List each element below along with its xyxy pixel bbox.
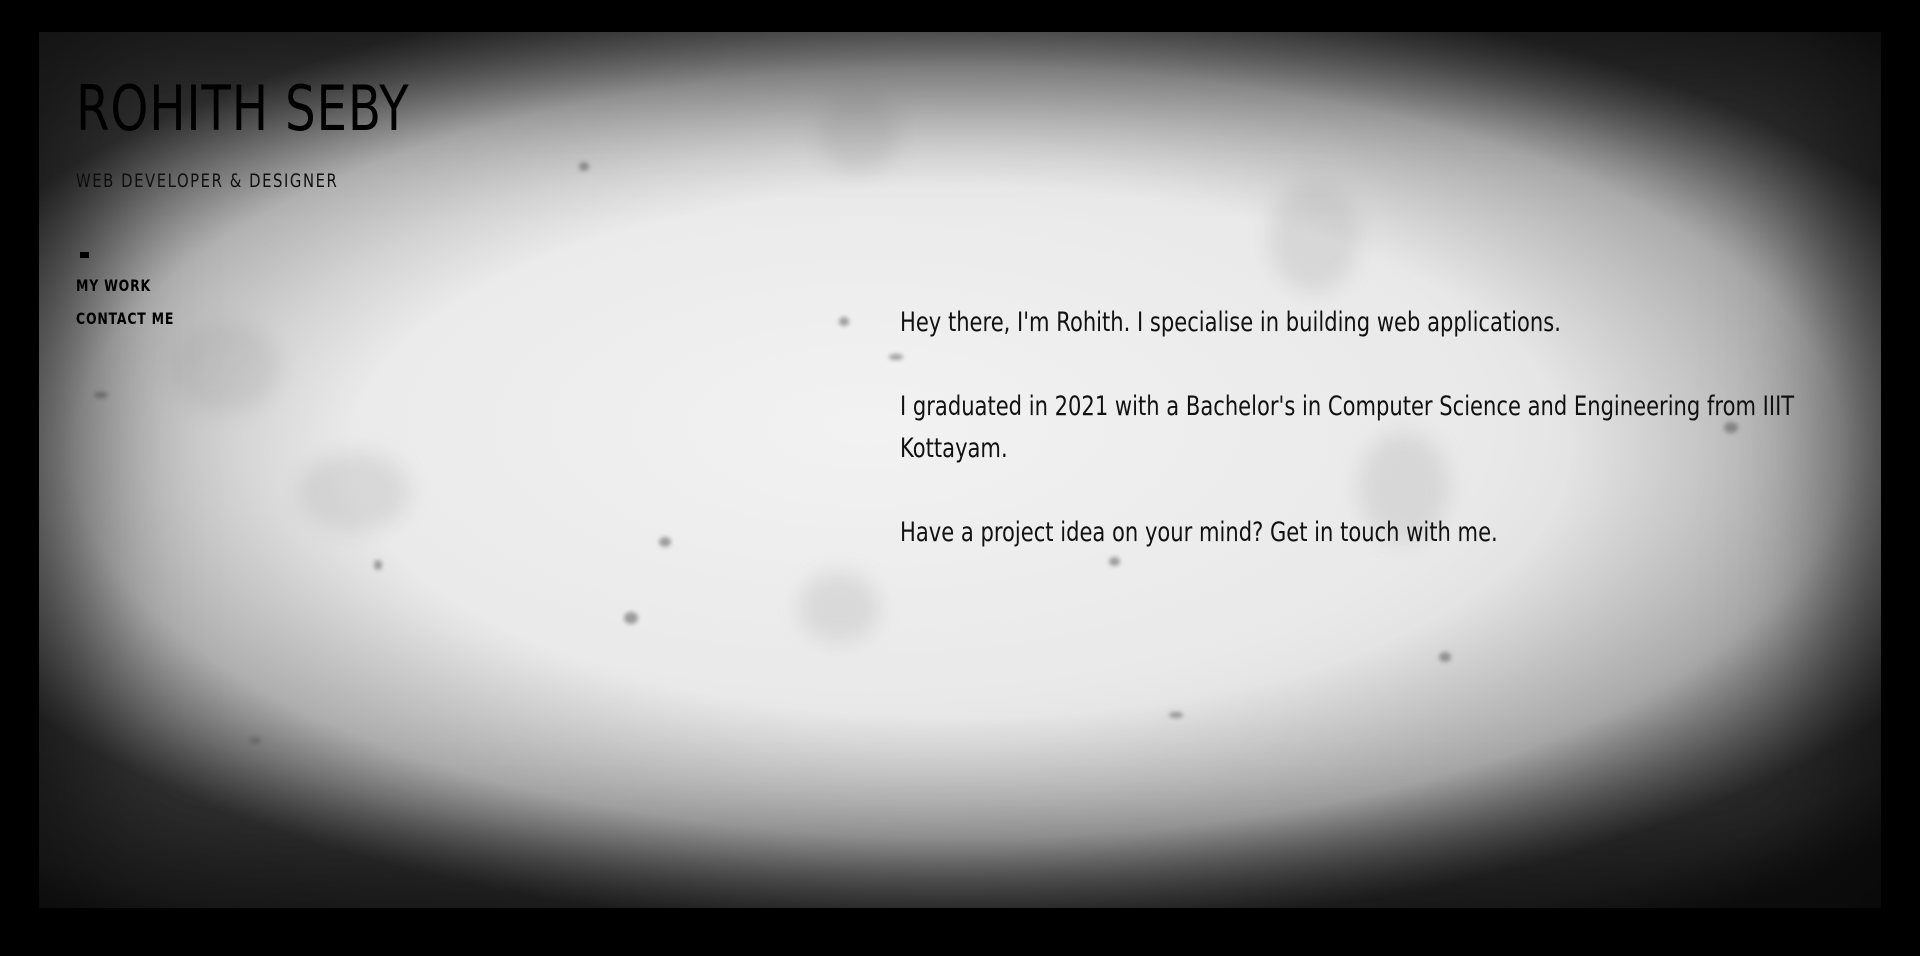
texture-speck [1439, 652, 1451, 662]
texture-blot [819, 92, 899, 172]
intro-paragraph: Have a project idea on your mind? Get in… [900, 517, 1498, 548]
site-title: ROHITH SEBY [76, 72, 410, 145]
texture-speck [249, 737, 261, 744]
main-nav: MY WORK CONTACT ME [76, 276, 202, 342]
texture-blot [799, 572, 879, 642]
nav-item-contact-me: CONTACT ME [76, 309, 202, 342]
texture-speck [94, 392, 108, 398]
texture-speck [579, 162, 589, 171]
intro-paragraph: Hey there, I'm Rohith. I specialise in b… [900, 307, 1561, 338]
intro-section: Hey there, I'm Rohith. I specialise in b… [900, 302, 1860, 596]
nav-item-my-work: MY WORK [76, 276, 202, 309]
texture-speck [659, 537, 671, 547]
texture-blot [299, 452, 409, 532]
nav-link-contact-me[interactable]: CONTACT ME [76, 309, 174, 328]
texture-speck [374, 560, 382, 570]
texture-speck [624, 612, 638, 624]
nav-link-my-work[interactable]: MY WORK [76, 276, 151, 295]
nav-active-marker [80, 252, 89, 258]
texture-speck [839, 317, 849, 326]
texture-speck [1169, 712, 1183, 718]
site-subtitle: WEB DEVELOPER & DESIGNER [76, 170, 339, 192]
texture-blot [1269, 182, 1359, 292]
page-panel: ROHITH SEBY WEB DEVELOPER & DESIGNER MY … [39, 32, 1881, 908]
intro-paragraph: I graduated in 2021 with a Bachelor's in… [900, 391, 1795, 464]
